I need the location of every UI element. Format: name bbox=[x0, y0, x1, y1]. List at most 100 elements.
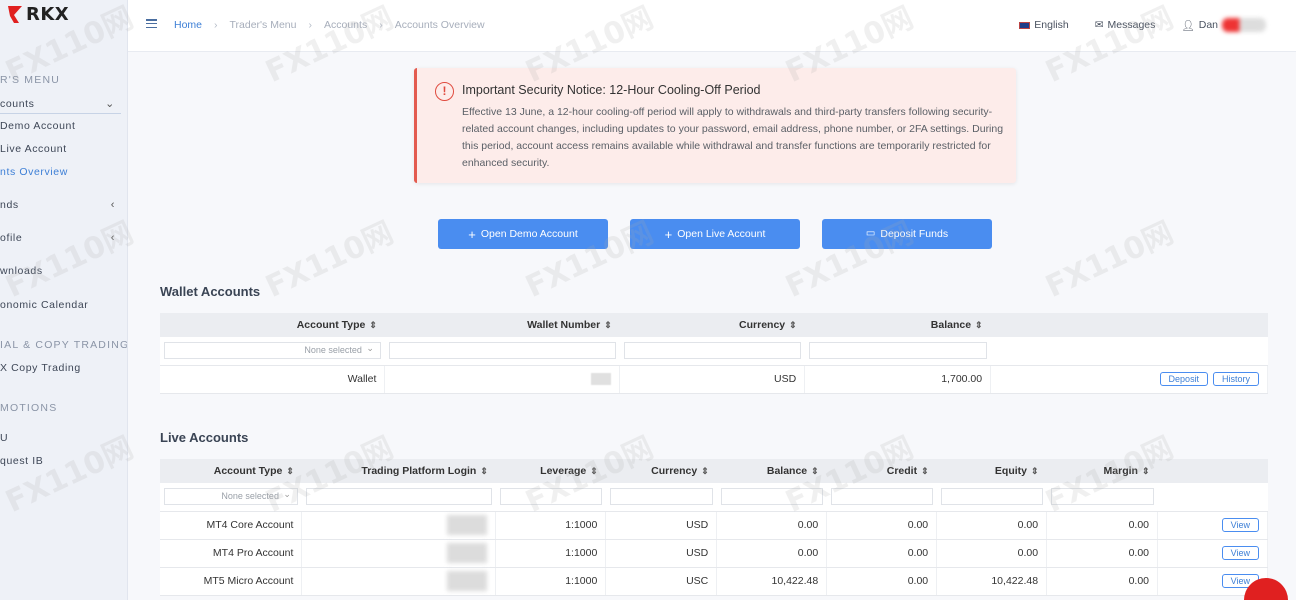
sidebar-item-label: Demo Account bbox=[0, 120, 76, 132]
margin-cell: 0.00 bbox=[1046, 567, 1158, 596]
deposit-funds-button[interactable]: ▭ Deposit Funds bbox=[822, 219, 992, 249]
deposit-button[interactable]: Deposit bbox=[1159, 372, 1209, 386]
column-header-margin[interactable]: Margin ⇕ bbox=[1046, 459, 1158, 483]
account-type-filter[interactable]: None selected bbox=[164, 341, 381, 360]
credit-cell: 0.00 bbox=[826, 567, 938, 596]
sort-icon: ⇕ bbox=[975, 320, 983, 330]
view-button[interactable]: View bbox=[1221, 518, 1259, 532]
sidebar-item-downloads[interactable]: wnloads bbox=[0, 265, 121, 277]
equity-filter[interactable] bbox=[940, 488, 1043, 506]
column-header-currency[interactable]: Currency ⇕ bbox=[605, 459, 717, 483]
breadcrumb-home[interactable]: Home bbox=[174, 19, 202, 31]
open-demo-account-button[interactable]: + Open Demo Account bbox=[438, 219, 608, 249]
column-header-balance[interactable]: Balance ⇕ bbox=[716, 459, 827, 483]
plus-icon: + bbox=[664, 226, 673, 242]
chevron-left-icon: ‹ bbox=[110, 199, 115, 211]
sidebar-item-profile[interactable]: ofile ‹ bbox=[0, 232, 121, 244]
open-live-account-button[interactable]: + Open Live Account bbox=[630, 219, 800, 249]
sidebar-item-label: onomic Calendar bbox=[0, 299, 89, 311]
language-selector[interactable]: English bbox=[1019, 19, 1069, 31]
view-button[interactable]: View bbox=[1221, 546, 1259, 560]
account-type-cell: Wallet bbox=[160, 365, 386, 394]
account-type-filter[interactable]: None selected bbox=[164, 487, 298, 506]
currency-filter[interactable] bbox=[609, 488, 713, 506]
currency-cell: USC bbox=[605, 567, 718, 596]
envelope-icon: ✉ bbox=[1094, 19, 1104, 31]
currency-cell: USD bbox=[619, 365, 806, 394]
breadcrumb-traders-menu[interactable]: Trader's Menu bbox=[230, 19, 297, 31]
column-header-balance[interactable]: Balance ⇕ bbox=[804, 313, 991, 337]
card-icon: ▭ bbox=[865, 228, 876, 239]
user-name: Dan bbox=[1198, 19, 1218, 31]
live-accounts-title: Live Accounts bbox=[160, 430, 249, 445]
wallet-accounts-table: Account Type ⇕ Wallet Number ⇕ Currency ⇕ B… bbox=[160, 313, 1268, 394]
user-menu[interactable]: 👤︎ Dan bbox=[1181, 18, 1266, 32]
sidebar-item-accounts[interactable]: counts ⌄ bbox=[0, 97, 121, 114]
login-filter[interactable] bbox=[305, 488, 492, 506]
account-type-cell: MT4 Core Account bbox=[160, 511, 303, 540]
chevron-left-icon: ‹ bbox=[110, 232, 115, 244]
equity-cell: 0.00 bbox=[936, 539, 1048, 568]
breadcrumb-accounts[interactable]: Accounts bbox=[324, 19, 367, 31]
column-header-wallet-number[interactable]: Wallet Number ⇕ bbox=[384, 313, 620, 337]
balance-filter[interactable] bbox=[720, 488, 823, 506]
logo-icon bbox=[6, 4, 24, 24]
sidebar-item-live-account[interactable]: Live Account bbox=[0, 143, 121, 155]
balance-cell: 0.00 bbox=[716, 539, 828, 568]
sidebar-item-label: U bbox=[0, 432, 9, 444]
sidebar-item-ib[interactable]: U bbox=[0, 432, 121, 444]
history-button[interactable]: History bbox=[1212, 372, 1259, 386]
column-header-account-type[interactable]: Account Type ⇕ bbox=[160, 313, 385, 337]
balance-filter[interactable] bbox=[808, 342, 987, 360]
filter-row: None selected bbox=[160, 337, 1268, 366]
sidebar-item-request-ib[interactable]: quest IB bbox=[0, 455, 121, 467]
redacted-value bbox=[447, 515, 488, 535]
messages-label: Messages bbox=[1107, 19, 1156, 31]
leverage-filter[interactable] bbox=[499, 488, 602, 506]
top-right-menu: English ✉ Messages 👤︎ Dan bbox=[1019, 18, 1266, 32]
sort-icon: ⇕ bbox=[1031, 466, 1039, 476]
sidebar-item-label: nts Overview bbox=[0, 166, 68, 178]
sidebar-item-demo-account[interactable]: Demo Account bbox=[0, 120, 121, 132]
column-header-leverage[interactable]: Leverage ⇕ bbox=[495, 459, 606, 483]
leverage-cell: 1:1000 bbox=[495, 539, 607, 568]
redacted-value bbox=[591, 373, 612, 386]
breadcrumb-accounts-overview: Accounts Overview bbox=[394, 19, 485, 31]
wallet-number-filter[interactable] bbox=[388, 342, 616, 360]
breadcrumb-separator: › bbox=[308, 19, 313, 31]
table-row: Wallet USD 1,700.00 Deposit History bbox=[160, 365, 1268, 394]
sidebar-item-accounts-overview[interactable]: nts Overview bbox=[0, 166, 121, 178]
column-header-credit[interactable]: Credit ⇕ bbox=[826, 459, 937, 483]
logo[interactable]: RKX bbox=[6, 2, 69, 26]
security-notice: ! Important Security Notice: 12-Hour Coo… bbox=[414, 68, 1016, 183]
alert-circle-icon: ! bbox=[435, 82, 454, 101]
table-row: MT4 Pro Account 1:1000 USD 0.00 0.00 0.0… bbox=[160, 539, 1268, 568]
menu-icon[interactable] bbox=[146, 19, 157, 28]
redacted-name bbox=[1222, 18, 1266, 32]
column-header-account-type[interactable]: Account Type ⇕ bbox=[160, 459, 302, 483]
balance-cell: 1,700.00 bbox=[804, 365, 992, 394]
column-header-trading-platform-login[interactable]: Trading Platform Login ⇕ bbox=[301, 459, 496, 483]
currency-filter[interactable] bbox=[623, 342, 801, 360]
sidebar-item-economic-calendar[interactable]: onomic Calendar bbox=[0, 299, 121, 311]
messages-link[interactable]: ✉ Messages bbox=[1095, 19, 1156, 31]
actions-cell: View bbox=[1157, 539, 1268, 568]
sidebar-section-traders-menu: R'S MENU bbox=[0, 74, 61, 86]
sort-icon: ⇕ bbox=[789, 320, 797, 330]
credit-filter[interactable] bbox=[830, 488, 933, 506]
redacted-value bbox=[447, 543, 488, 563]
sidebar-item-label: nds bbox=[0, 199, 19, 211]
sidebar-item-copy-trading[interactable]: X Copy Trading bbox=[0, 362, 121, 374]
margin-filter[interactable] bbox=[1050, 488, 1154, 506]
sort-icon: ⇕ bbox=[811, 466, 819, 476]
table-row: MT4 Core Account 1:1000 USD 0.00 0.00 0.… bbox=[160, 511, 1268, 540]
sidebar-section-promotions: MOTIONS bbox=[0, 402, 58, 414]
margin-cell: 0.00 bbox=[1046, 511, 1158, 540]
account-type-cell: MT5 Micro Account bbox=[160, 567, 303, 596]
wallet-number-cell bbox=[384, 365, 621, 394]
column-header-currency[interactable]: Currency ⇕ bbox=[619, 313, 805, 337]
column-header-equity[interactable]: Equity ⇕ bbox=[936, 459, 1047, 483]
sidebar-item-funds[interactable]: nds ‹ bbox=[0, 199, 121, 211]
credit-cell: 0.00 bbox=[826, 539, 938, 568]
breadcrumb-separator: › bbox=[379, 19, 383, 31]
